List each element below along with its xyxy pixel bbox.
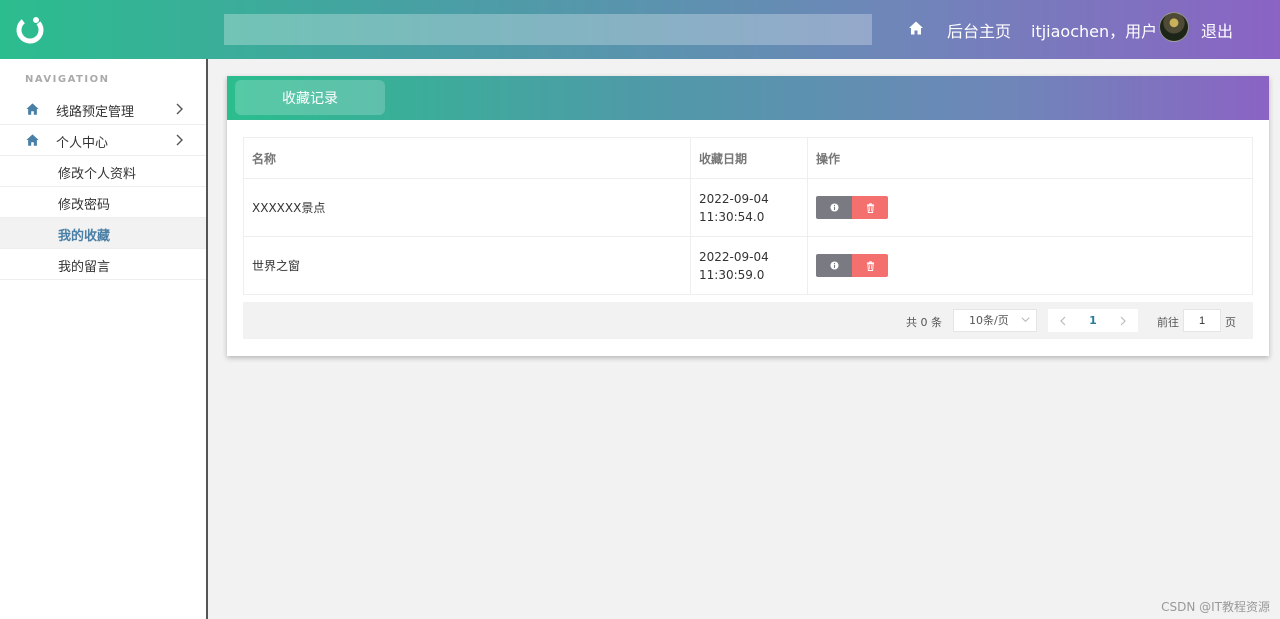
delete-button[interactable] bbox=[852, 254, 888, 277]
logo-icon[interactable] bbox=[14, 13, 46, 45]
column-header-date: 收藏日期 bbox=[690, 137, 808, 179]
cell-name: 世界之窗 bbox=[243, 236, 691, 295]
top-header: 后台主页 itjiaochen，用户 退出 bbox=[0, 0, 1280, 59]
page-size-value: 10条/页 bbox=[969, 314, 1009, 327]
user-label: itjiaochen，用户 bbox=[1031, 22, 1158, 41]
sidebar-item-label: 线路预定管理 bbox=[56, 105, 135, 120]
chevron-right-icon bbox=[1120, 316, 1126, 325]
table-header-row: 名称 收藏日期 操作 bbox=[243, 137, 1253, 179]
row-actions bbox=[816, 196, 1252, 219]
home-icon bbox=[26, 134, 39, 146]
pagination-bar: 共 0 条 10条/页 1 前往 页 bbox=[243, 302, 1253, 339]
home-icon bbox=[26, 103, 39, 115]
favorites-table: 名称 收藏日期 操作 XXXXXX景点 2022-09-04 11:30:54.… bbox=[243, 137, 1253, 295]
cell-date: 2022-09-04 11:30:54.0 bbox=[690, 178, 808, 237]
chevron-right-icon bbox=[176, 103, 183, 115]
row-actions bbox=[816, 254, 1252, 277]
nav-home-link[interactable]: 后台主页 bbox=[947, 18, 1011, 42]
sidebar-item-change-password[interactable]: 修改密码 bbox=[0, 187, 206, 218]
total-count: 共 0 条 bbox=[906, 316, 942, 329]
avatar[interactable] bbox=[1159, 12, 1189, 42]
prev-page-button[interactable] bbox=[1048, 309, 1078, 332]
cell-name: XXXXXX景点 bbox=[243, 178, 691, 237]
cell-actions bbox=[807, 236, 1253, 295]
trash-icon bbox=[866, 202, 874, 213]
table-row: 世界之窗 2022-09-04 11:30:59.0 bbox=[243, 236, 1253, 295]
sidebar-item-label: 修改个人资料 bbox=[58, 167, 137, 182]
chevron-down-icon bbox=[1021, 317, 1030, 323]
goto-suffix: 页 bbox=[1225, 316, 1236, 329]
sidebar-item-label: 我的收藏 bbox=[58, 229, 111, 244]
pager: 1 bbox=[1048, 309, 1138, 332]
logout-link[interactable]: 退出 bbox=[1201, 18, 1233, 42]
column-header-actions: 操作 bbox=[807, 137, 1253, 179]
chevron-right-icon bbox=[176, 134, 183, 146]
view-details-button[interactable] bbox=[816, 196, 852, 219]
delete-button[interactable] bbox=[852, 196, 888, 219]
sidebar-item-label: 我的留言 bbox=[58, 260, 111, 275]
trash-icon bbox=[866, 260, 874, 271]
info-icon bbox=[829, 261, 839, 270]
cell-actions bbox=[807, 178, 1253, 237]
sidebar-item-personal-center[interactable]: 个人中心 bbox=[0, 125, 206, 156]
sidebar-item-label: 个人中心 bbox=[56, 136, 109, 151]
card-header: 收藏记录 bbox=[227, 76, 1269, 120]
sidebar-item-route-booking[interactable]: 线路预定管理 bbox=[0, 94, 206, 125]
favorites-card: 收藏记录 名称 收藏日期 操作 XXXXXX景点 2022-09-04 11:3… bbox=[227, 76, 1269, 356]
sidebar-item-edit-profile[interactable]: 修改个人资料 bbox=[0, 156, 206, 187]
goto-page-input[interactable] bbox=[1183, 309, 1221, 332]
sidebar-item-my-messages[interactable]: 我的留言 bbox=[0, 249, 206, 280]
home-icon[interactable] bbox=[908, 20, 924, 36]
sidebar-item-my-favorites[interactable]: 我的收藏 bbox=[0, 218, 206, 249]
column-header-name: 名称 bbox=[243, 137, 691, 179]
nav-caption: NAVIGATION bbox=[25, 74, 110, 85]
sidebar-menu: 线路预定管理 个人中心 修改个人资料 修改密码 我的收藏 我的留言 bbox=[0, 94, 206, 280]
cell-date: 2022-09-04 11:30:59.0 bbox=[690, 236, 808, 295]
view-details-button[interactable] bbox=[816, 254, 852, 277]
table-row: XXXXXX景点 2022-09-04 11:30:54.0 bbox=[243, 178, 1253, 237]
sidebar: NAVIGATION 线路预定管理 个人中心 修改个人资料 修改密码 我的收藏 … bbox=[0, 59, 208, 619]
page-number[interactable]: 1 bbox=[1078, 309, 1108, 332]
search-input[interactable] bbox=[224, 14, 872, 45]
watermark: CSDN @IT教程资源 bbox=[1161, 600, 1270, 614]
page-size-select[interactable]: 10条/页 bbox=[953, 309, 1037, 332]
info-icon bbox=[829, 203, 839, 212]
goto-label: 前往 bbox=[1157, 316, 1179, 329]
chevron-left-icon bbox=[1060, 316, 1066, 325]
next-page-button[interactable] bbox=[1108, 309, 1138, 332]
sidebar-item-label: 修改密码 bbox=[58, 198, 111, 213]
tab-favorites-record[interactable]: 收藏记录 bbox=[235, 80, 385, 115]
